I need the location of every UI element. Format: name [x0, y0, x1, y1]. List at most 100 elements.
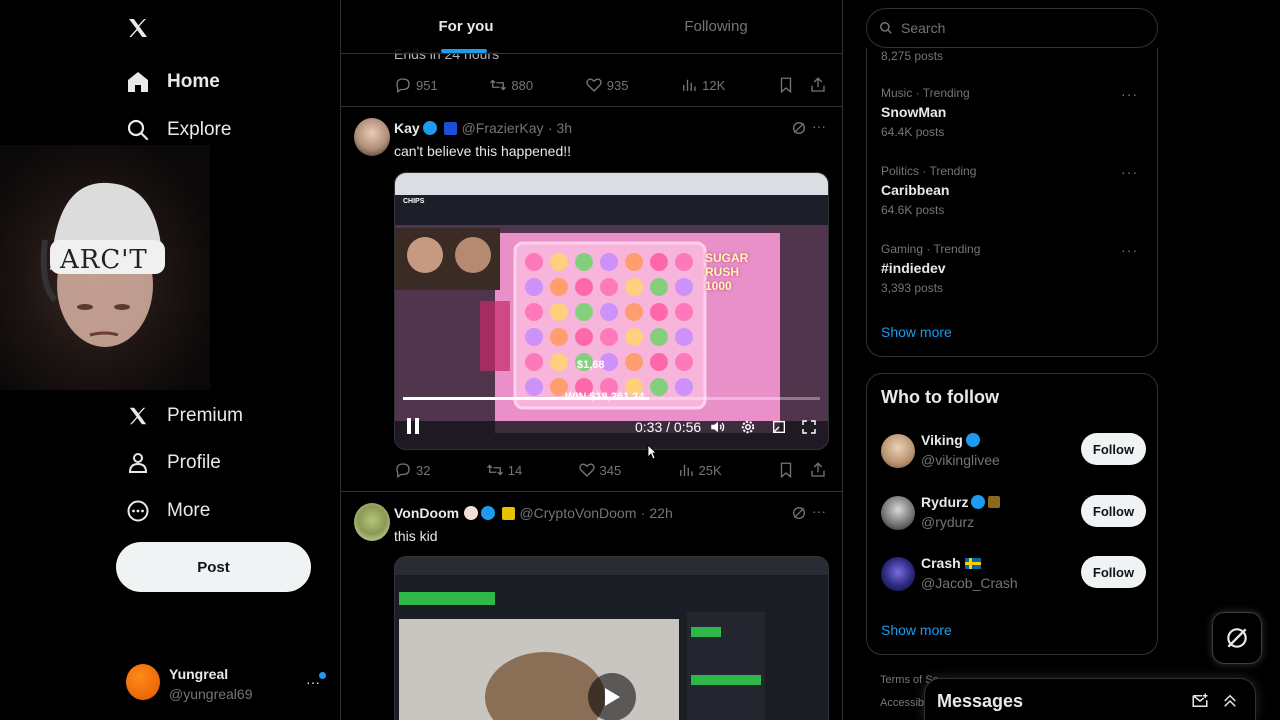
- follow-button[interactable]: Follow: [1081, 556, 1146, 588]
- x-premium-icon: [126, 404, 150, 428]
- tweet2-video[interactable]: [394, 556, 829, 720]
- tweet1-video[interactable]: CHIPS SUGAR RUSH 1000 $1,68 WIN $18,261.…: [394, 172, 829, 450]
- bookmark-icon[interactable]: [777, 76, 795, 94]
- tweet0-repost-count: 880: [511, 77, 534, 93]
- user-avatar: [881, 434, 915, 468]
- nav-explore[interactable]: Explore: [126, 110, 231, 150]
- candy-symbol: [625, 328, 643, 346]
- user-name: Rydurz: [921, 494, 1001, 510]
- home-icon: [126, 70, 150, 94]
- picture-in-picture-icon[interactable]: [771, 419, 787, 435]
- who-to-follow-title: Who to follow: [881, 387, 999, 407]
- tweet0-repost-button[interactable]: 880: [489, 76, 533, 94]
- grok-button[interactable]: [1212, 612, 1262, 664]
- follow-button[interactable]: Follow: [1081, 433, 1146, 465]
- tweet1-like-button[interactable]: 345: [578, 461, 621, 479]
- trend-count: 64.6K posts: [881, 203, 945, 217]
- video-time: 0:33 / 0:56: [635, 419, 702, 435]
- account-more-icon: ···: [306, 674, 320, 690]
- tweet2-text: this kid: [394, 528, 438, 544]
- trend-more-icon[interactable]: ···: [1121, 164, 1138, 180]
- who-to-follow-show-more[interactable]: Show more: [881, 622, 952, 638]
- x-logo-icon[interactable]: [126, 16, 150, 40]
- tweet1-actions: 32 14 345 25K: [394, 460, 827, 480]
- trends-show-more[interactable]: Show more: [881, 324, 952, 340]
- tweet1-time[interactable]: · 3h: [548, 120, 572, 136]
- tweet1-handle[interactable]: @FrazierKay: [462, 120, 544, 136]
- candy-symbol: [525, 278, 543, 296]
- nav-home[interactable]: Home: [126, 62, 220, 102]
- messages-title: Messages: [937, 691, 1024, 711]
- candy-symbol: [650, 353, 668, 371]
- grok-explain-icon[interactable]: [791, 120, 807, 136]
- trend-item[interactable]: Gaming · Trending #indiedev 3,393 posts …: [881, 242, 1146, 295]
- trend-more-icon[interactable]: ···: [1121, 86, 1138, 102]
- search-bar[interactable]: [866, 8, 1158, 48]
- follow-suggestion[interactable]: Viking @vikinglivee Follow: [881, 432, 1146, 476]
- chevron-up-icon[interactable]: [1221, 692, 1239, 710]
- more-circle-icon: [126, 499, 150, 523]
- account-switcher[interactable]: Yungreal @yungreal69 ···: [126, 662, 326, 706]
- nav-explore-label: Explore: [167, 119, 232, 140]
- tweet0-like-button[interactable]: 935: [585, 76, 628, 94]
- tab-for-you[interactable]: For you: [341, 0, 591, 53]
- heart-icon: [578, 463, 595, 477]
- nav-premium[interactable]: Premium: [126, 396, 243, 436]
- volume-icon[interactable]: [709, 418, 727, 436]
- settings-icon[interactable]: [739, 418, 757, 436]
- trend-category: Politics · Trending: [881, 164, 977, 178]
- trend-item[interactable]: Music · Trending SnowMan 64.4K posts ···: [881, 86, 1146, 139]
- repost-icon: [486, 464, 503, 476]
- headband-text: ARC'T: [60, 245, 148, 275]
- fullscreen-icon[interactable]: [801, 419, 817, 435]
- trend-item[interactable]: Politics · Trending Caribbean 64.6K post…: [881, 164, 1146, 217]
- views-icon: [679, 464, 693, 476]
- share-icon[interactable]: [809, 461, 827, 479]
- follow-suggestion[interactable]: Crash @Jacob_Crash Follow: [881, 555, 1146, 599]
- slot-grid: [523, 251, 699, 401]
- tweet0-reply-count: 951: [416, 77, 438, 93]
- messages-drawer[interactable]: Messages: [924, 678, 1256, 720]
- tab-following[interactable]: Following: [591, 0, 841, 53]
- new-message-icon[interactable]: [1191, 692, 1209, 710]
- tweet1-repost-button[interactable]: 14: [486, 461, 522, 479]
- emoji-icon: [463, 506, 478, 520]
- tweet2-more-icon[interactable]: ···: [812, 503, 826, 519]
- candy-symbol: [575, 253, 593, 271]
- bookmark-icon[interactable]: [777, 461, 795, 479]
- tweet2-handle[interactable]: @CryptoVonDoom: [519, 505, 636, 521]
- trends-panel: 8,275 posts Music · Trending SnowMan 64.…: [866, 48, 1158, 357]
- play-icon[interactable]: [588, 673, 636, 720]
- video-progress-track[interactable]: [403, 397, 820, 400]
- tweet1-more-icon[interactable]: ···: [812, 118, 826, 134]
- tweet2-author-name[interactable]: VonDoom: [394, 505, 459, 521]
- tweet2-time[interactable]: · 22h: [641, 505, 673, 521]
- follow-button[interactable]: Follow: [1081, 495, 1146, 527]
- share-icon[interactable]: [809, 76, 827, 94]
- candy-symbol: [675, 378, 693, 396]
- tweet1-views-button[interactable]: 25K: [677, 461, 722, 479]
- follow-suggestion[interactable]: Rydurz @rydurz Follow: [881, 494, 1146, 538]
- search-input[interactable]: [899, 19, 1143, 37]
- nav-profile[interactable]: Profile: [126, 443, 221, 483]
- tweet-divider: [341, 106, 842, 107]
- tweet0-views-button[interactable]: 12K: [680, 76, 725, 94]
- tweet-divider: [341, 491, 842, 492]
- tweet1-author-name[interactable]: Kay: [394, 120, 420, 136]
- tab-for-you-label: For you: [438, 18, 494, 35]
- verified-icon: [422, 121, 437, 135]
- pause-icon[interactable]: [405, 417, 421, 435]
- tweet1-view-count: 25K: [698, 462, 722, 478]
- tweet1-reply-count: 32: [416, 462, 431, 478]
- candy-symbol: [650, 378, 668, 396]
- nav-more[interactable]: More: [126, 491, 210, 531]
- trend-more-icon[interactable]: ···: [1121, 242, 1138, 258]
- tweet1-avatar[interactable]: [354, 118, 390, 156]
- grok-explain-icon[interactable]: [791, 505, 807, 521]
- tweet1-reply-button[interactable]: 32: [394, 461, 430, 479]
- affiliate-badge-icon: [501, 507, 515, 520]
- tweet0-reply-button[interactable]: 951: [394, 76, 438, 94]
- tweet2-avatar[interactable]: [354, 503, 390, 541]
- tweet1-repost-count: 14: [507, 462, 523, 478]
- post-button[interactable]: Post: [116, 542, 311, 592]
